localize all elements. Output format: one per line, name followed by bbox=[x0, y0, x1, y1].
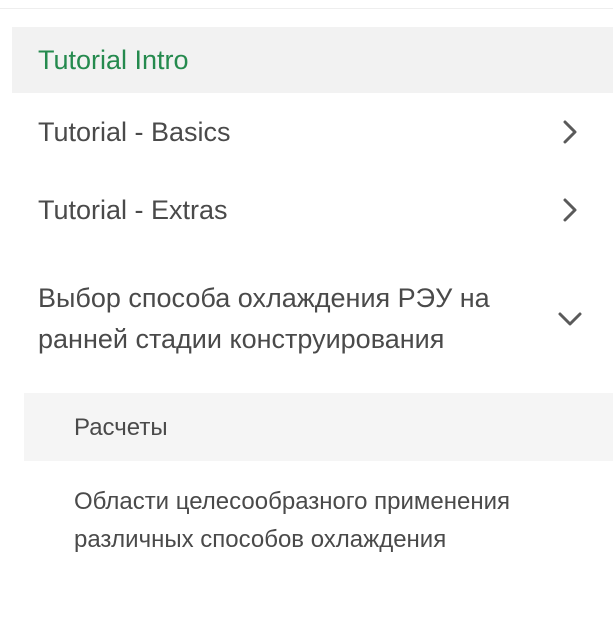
sidebar-subitem-application-areas[interactable]: Области целесообразного применения разли… bbox=[12, 461, 613, 597]
sidebar-item-tutorial-basics[interactable]: Tutorial - Basics bbox=[12, 93, 613, 171]
sidebar-item-label: Tutorial - Extras bbox=[38, 194, 228, 225]
chevron-down-icon[interactable] bbox=[557, 306, 583, 332]
sidebar-item-tutorial-extras[interactable]: Tutorial - Extras bbox=[12, 171, 613, 249]
sidebar-sublist: Расчеты Области целесообразного применен… bbox=[12, 393, 613, 597]
sidebar-nav: Tutorial Intro Tutorial - Basics Tutoria… bbox=[12, 27, 613, 597]
chevron-right-icon[interactable] bbox=[557, 197, 583, 223]
sidebar-subitem-calculations[interactable]: Расчеты bbox=[24, 393, 613, 461]
sidebar-item-label: Tutorial Intro bbox=[38, 44, 189, 75]
top-divider bbox=[0, 8, 613, 9]
chevron-right-icon[interactable] bbox=[557, 119, 583, 145]
sidebar-category-cooling[interactable]: Выбор способа охлаждения РЭУ на ранней с… bbox=[12, 249, 613, 389]
sidebar-item-label: Выбор способа охлаждения РЭУ на ранней с… bbox=[38, 283, 490, 354]
sidebar-subitem-label: Области целесообразного применения разли… bbox=[74, 488, 510, 553]
sidebar-subitem-label: Расчеты bbox=[74, 413, 168, 441]
sidebar-item-label: Tutorial - Basics bbox=[38, 116, 231, 147]
sidebar-item-tutorial-intro[interactable]: Tutorial Intro bbox=[12, 27, 613, 93]
